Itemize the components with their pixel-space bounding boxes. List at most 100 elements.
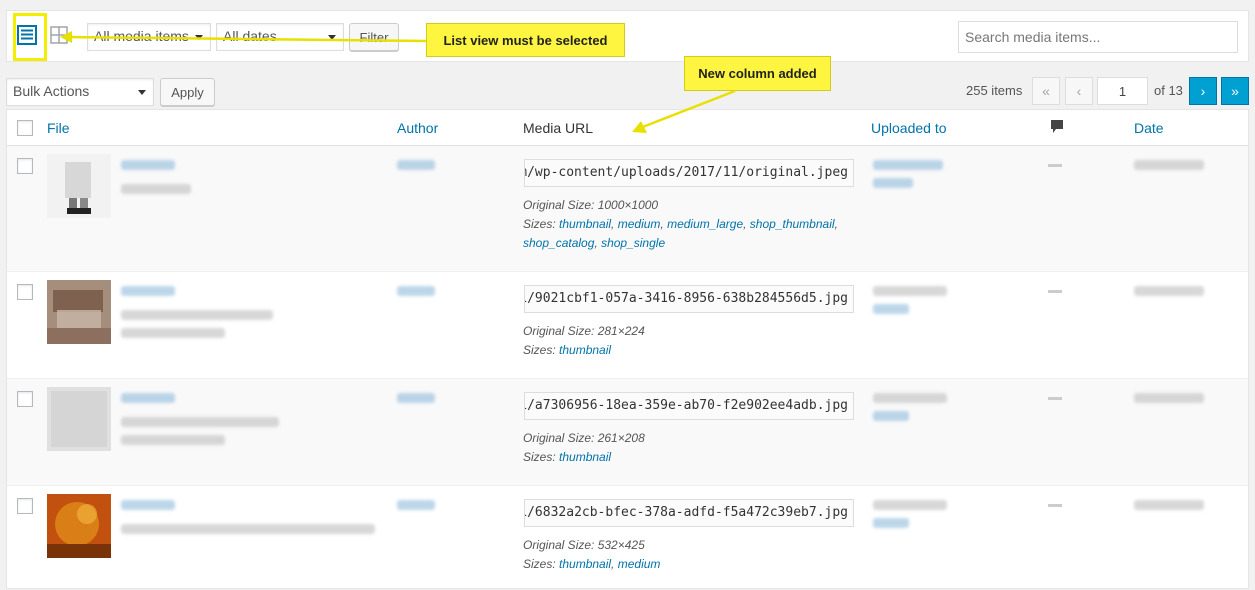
uploaded-to-status — [873, 286, 947, 296]
media-url-field[interactable]: https://example.com/wp-content/uploads/2… — [524, 392, 854, 420]
media-size-info: Original Size: 532×425 Sizes: thumbnail,… — [523, 536, 868, 574]
size-link[interactable]: thumbnail — [559, 450, 611, 464]
row-checkbox[interactable] — [17, 158, 33, 174]
media-thumbnail[interactable] — [47, 387, 111, 451]
attach-link[interactable] — [873, 518, 909, 528]
author-link[interactable] — [397, 286, 435, 296]
media-thumbnail[interactable] — [47, 494, 111, 558]
media-url-field[interactable]: https://example.com/wp-content/uploads/2… — [524, 159, 854, 187]
original-size: Original Size: 261×208 — [523, 431, 645, 445]
chevron-down-icon — [195, 35, 203, 40]
table-header: File Author Media URL Uploaded to Date — [7, 110, 1248, 146]
row-checkbox[interactable] — [17, 391, 33, 407]
list-view-highlight — [13, 13, 47, 61]
media-title[interactable] — [121, 500, 175, 510]
sizes-list: Sizes: thumbnail, medium, medium_large, … — [523, 217, 838, 250]
media-url-field[interactable]: https://example.com/wp-content/uploads/2… — [524, 285, 854, 313]
filter-button[interactable]: Filter — [349, 23, 399, 51]
size-link[interactable]: thumbnail — [559, 557, 611, 571]
media-filename — [121, 184, 191, 194]
media-filename — [121, 435, 225, 445]
media-title[interactable] — [121, 286, 175, 296]
media-url-value: https://example.com/wp-content/uploads/2… — [524, 398, 848, 413]
sizes-label: Sizes: — [523, 217, 560, 231]
dates-select[interactable]: All dates — [216, 23, 344, 51]
author-link[interactable] — [397, 160, 435, 170]
size-link[interactable]: thumbnail — [559, 343, 611, 357]
column-media-url: Media URL — [523, 120, 594, 136]
table-row: https://example.com/wp-content/uploads/2… — [7, 146, 1248, 272]
column-uploaded-to[interactable]: Uploaded to — [871, 120, 947, 136]
comment-bubble-icon[interactable] — [1050, 119, 1064, 138]
comment-count — [1048, 504, 1062, 507]
attach-link[interactable] — [873, 304, 909, 314]
media-filename — [121, 328, 225, 338]
apply-button[interactable]: Apply — [160, 78, 215, 106]
uploaded-to-link[interactable] — [873, 160, 943, 170]
grid-view-icon[interactable] — [49, 25, 69, 45]
first-page-button[interactable]: « — [1032, 77, 1060, 105]
total-pages: of 13 — [1154, 83, 1183, 98]
media-url-value: https://example.com/wp-content/uploads/2… — [525, 165, 848, 180]
size-link[interactable]: shop_thumbnail — [750, 217, 835, 231]
prev-page-button[interactable]: ‹ — [1065, 77, 1093, 105]
sizes-label: Sizes: — [523, 343, 560, 357]
media-filename — [121, 310, 273, 320]
comment-count — [1048, 397, 1062, 400]
sizes-label: Sizes: — [523, 450, 560, 464]
media-size-info: Original Size: 281×224 Sizes: thumbnail — [523, 322, 868, 360]
media-title[interactable] — [121, 393, 175, 403]
media-title[interactable] — [121, 160, 175, 170]
size-link[interactable]: medium — [618, 557, 661, 571]
column-date[interactable]: Date — [1134, 120, 1164, 136]
dates-select-value: All dates — [223, 28, 277, 44]
uploaded-to-status — [873, 393, 947, 403]
media-filename — [121, 524, 375, 534]
row-checkbox[interactable] — [17, 498, 33, 514]
search-input[interactable]: Search media items... — [958, 21, 1238, 53]
last-page-button[interactable]: » — [1221, 77, 1249, 105]
attach-link[interactable] — [873, 411, 909, 421]
table-row: https://example.com/wp-content/uploads/2… — [7, 486, 1248, 590]
media-url-field[interactable]: https://example.com/wp-content/uploads/2… — [524, 499, 854, 527]
bulk-actions-select[interactable]: Bulk Actions — [6, 78, 154, 106]
media-url-value: https://example.com/wp-content/uploads/2… — [524, 291, 848, 306]
size-link[interactable]: medium_large — [667, 217, 743, 231]
media-thumbnail[interactable] — [47, 280, 111, 344]
media-type-select-value: All media items — [94, 28, 189, 44]
current-page-input[interactable]: 1 — [1097, 77, 1148, 105]
comment-count — [1048, 290, 1062, 293]
media-date — [1134, 500, 1204, 510]
media-type-select[interactable]: All media items — [87, 23, 211, 51]
media-thumbnail[interactable] — [47, 154, 111, 218]
size-link[interactable]: shop_single — [601, 236, 665, 250]
next-page-button[interactable]: › — [1189, 77, 1217, 105]
table-row: https://example.com/wp-content/uploads/2… — [7, 272, 1248, 379]
row-checkbox[interactable] — [17, 284, 33, 300]
original-size: Original Size: 1000×1000 — [523, 198, 659, 212]
media-size-info: Original Size: 261×208 Sizes: thumbnail — [523, 429, 868, 467]
original-size: Original Size: 281×224 — [523, 324, 645, 338]
author-link[interactable] — [397, 393, 435, 403]
sizes-list: Sizes: thumbnail, medium — [523, 557, 661, 571]
original-size: Original Size: 532×425 — [523, 538, 645, 552]
callout-new-column: New column added — [684, 56, 831, 91]
select-all-checkbox[interactable] — [17, 120, 33, 136]
column-file[interactable]: File — [47, 120, 70, 136]
uploaded-to-status — [873, 500, 947, 510]
author-link[interactable] — [397, 500, 435, 510]
uploaded-to-link[interactable] — [873, 178, 913, 188]
size-link[interactable]: thumbnail — [559, 217, 611, 231]
chevron-down-icon — [328, 35, 336, 40]
column-author[interactable]: Author — [397, 120, 438, 136]
table-row: https://example.com/wp-content/uploads/2… — [7, 379, 1248, 486]
media-date — [1134, 393, 1204, 403]
media-filter-bar: All media items All dates Filter Search … — [6, 10, 1249, 62]
sizes-list: Sizes: thumbnail — [523, 341, 868, 360]
callout-list-view: List view must be selected — [426, 23, 625, 57]
bulk-actions-value: Bulk Actions — [13, 83, 90, 99]
chevron-down-icon — [138, 90, 146, 95]
comment-count — [1048, 164, 1062, 167]
size-link[interactable]: medium — [618, 217, 661, 231]
size-link[interactable]: shop_catalog — [523, 236, 594, 250]
